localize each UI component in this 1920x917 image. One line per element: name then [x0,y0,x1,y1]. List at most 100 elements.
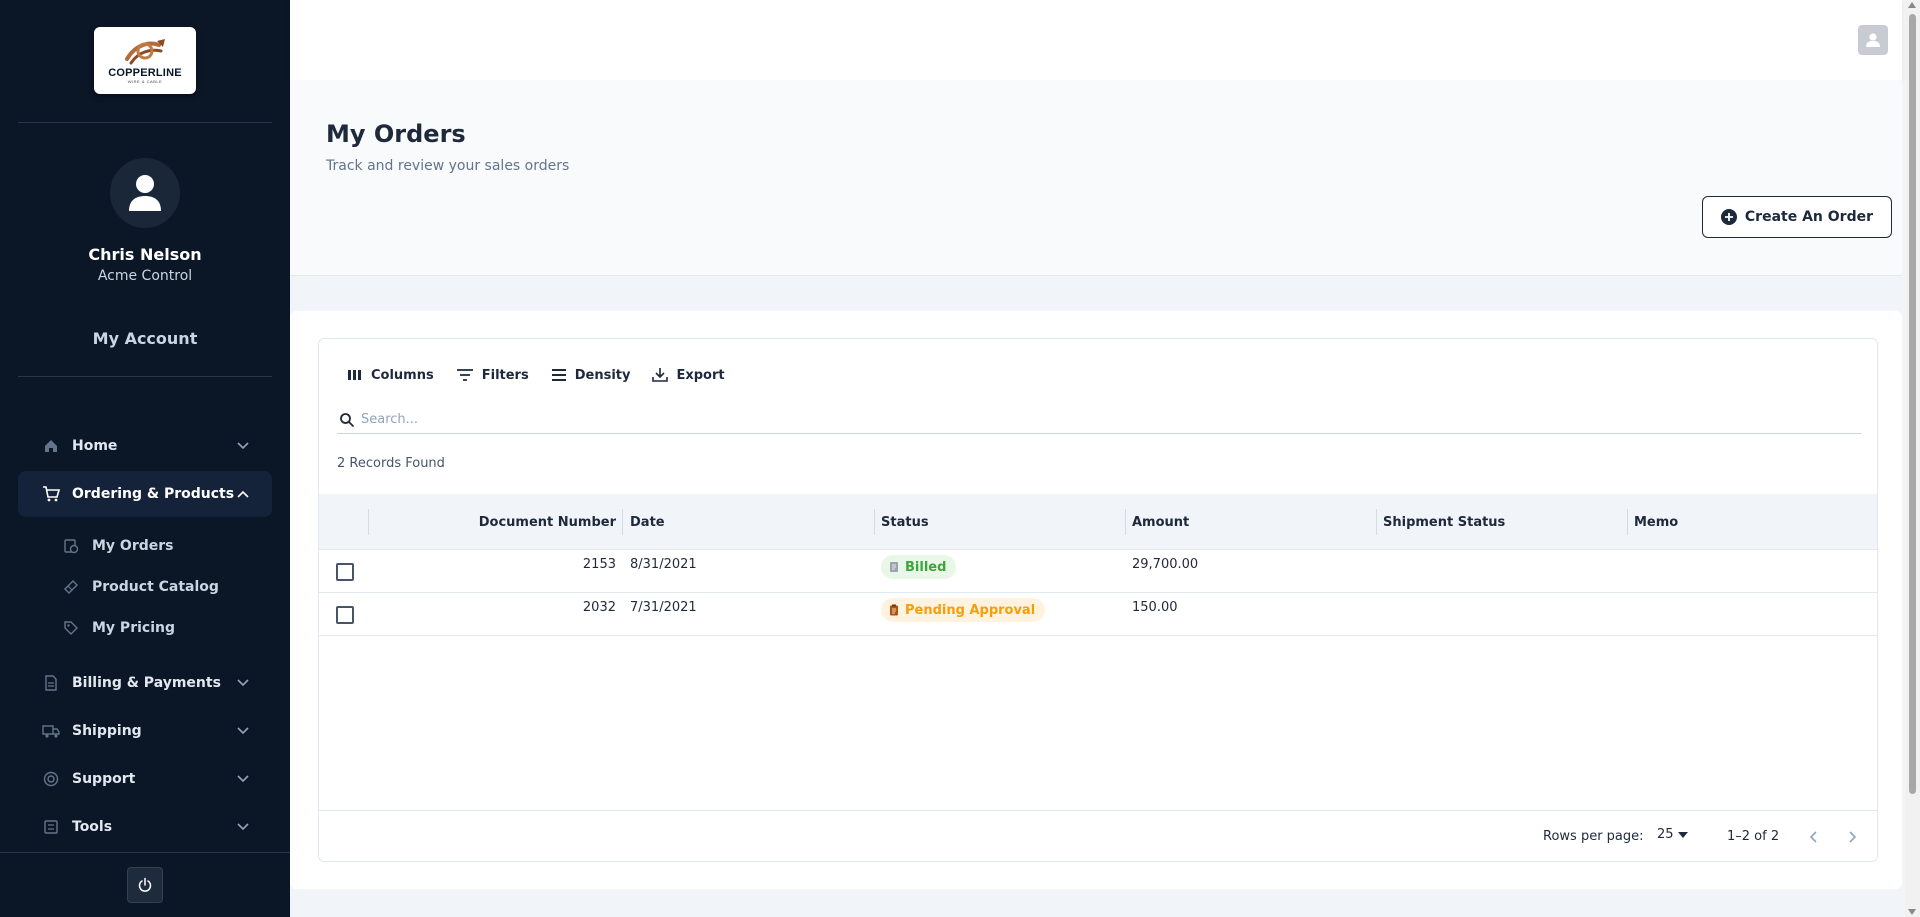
column-separator [874,509,875,535]
pagination-range: 1–2 of 2 [1727,829,1780,844]
density-button[interactable]: Density [551,367,631,383]
scroll-down-arrow-icon[interactable] [1908,909,1916,915]
next-page-button[interactable] [1839,823,1867,851]
sidebar-item-label: My Pricing [92,620,175,636]
sidebar-item-my-orders[interactable]: My Orders [62,531,174,561]
chevron-up-icon [236,487,250,501]
page-header: My Orders Track and review your sales or… [290,80,1902,276]
profile-button[interactable] [1858,25,1888,55]
filters-button[interactable]: Filters [456,367,529,383]
nav-ordering-label: Ordering & Products [72,486,235,502]
user-company: Acme Control [97,268,193,284]
table-header: Document Number Date Status Amount Shipm… [319,494,1877,550]
chevron-down-icon [236,439,250,453]
filters-label: Filters [481,367,529,383]
tag-icon [62,619,80,637]
logout-button[interactable] [127,867,163,903]
nav-support[interactable]: Support [18,756,272,802]
cell-shipment-status [1383,593,1623,636]
sidebar-item-label: My Orders [92,538,174,554]
chevron-down-icon [236,724,250,738]
nav-billing-label: Billing & Payments [72,675,221,691]
chevron-right-icon [1849,831,1857,843]
page-scrollbar[interactable] [1905,0,1920,917]
orders-grid: Columns Filters Density Export 2 Records… [318,338,1878,862]
invoice-icon [42,674,60,692]
table-row[interactable]: 2153 8/31/2021 Billed 29,700.00 [319,550,1877,593]
column-separator [622,509,623,535]
rows-per-page-label: Rows per page: [1543,829,1644,844]
sidebar: COPPERLINE WIRE & CABLE Chris Nelson Acm… [0,0,290,917]
orders-icon [62,537,80,555]
search-input[interactable] [361,412,1861,427]
cell-date: 7/31/2021 [630,600,697,615]
column-header-document-number[interactable]: Document Number [369,494,616,550]
nav-billing-payments[interactable]: Billing & Payments [18,660,272,706]
nav-tools[interactable]: Tools [18,804,272,850]
power-icon [138,877,152,892]
sidebar-footer [0,852,290,917]
column-header-shipment-status[interactable]: Shipment Status [1383,494,1623,550]
density-icon [551,369,566,381]
sidebar-item-label: Product Catalog [92,579,219,595]
table-row[interactable]: 2032 7/31/2021 Pending Approval 150.00 [319,593,1877,636]
column-header-amount[interactable]: Amount [1132,494,1372,550]
nav-shipping[interactable]: Shipping [18,708,272,754]
content-card: Columns Filters Density Export 2 Records… [290,311,1902,889]
catalog-icon [62,578,80,596]
download-icon [652,368,669,382]
row-checkbox[interactable] [336,606,354,624]
chevron-down-icon [236,820,250,834]
rows-per-page-select[interactable]: 25 [1657,827,1688,842]
previous-page-button[interactable] [1799,823,1827,851]
scroll-thumb[interactable] [1909,14,1916,794]
cell-memo [1634,550,1874,593]
document-icon [890,562,898,572]
home-icon [42,437,60,455]
status-label: Billed [905,559,947,575]
user-name: Chris Nelson [88,245,202,264]
create-order-button[interactable]: Create An Order [1701,196,1892,238]
records-count: 2 Records Found [337,456,445,471]
page-subtitle: Track and review your sales orders [326,158,570,174]
status-badge: Pending Approval [881,598,1046,622]
column-separator [1627,509,1628,535]
cell-memo [1634,593,1874,636]
sidebar-item-my-pricing[interactable]: My Pricing [62,613,175,643]
scroll-up-arrow-icon[interactable] [1908,2,1916,8]
row-checkbox[interactable] [336,563,354,581]
logo-subtext: WIRE & CABLE [127,79,163,84]
columns-label: Columns [371,367,434,383]
page-title: My Orders [326,120,466,148]
nav-support-label: Support [72,771,136,787]
cell-shipment-status [1383,550,1623,593]
column-separator [1376,509,1377,535]
nav-home[interactable]: Home [18,423,272,469]
plus-circle-icon [1720,209,1737,225]
chevron-down-icon [236,676,250,690]
my-account-link[interactable]: My Account [0,329,290,348]
status-label: Pending Approval [905,602,1036,618]
copperline-logo-icon [125,39,165,65]
grid-toolbar: Columns Filters Density Export [347,367,725,383]
cart-icon [42,485,60,503]
column-header-status[interactable]: Status [881,494,1121,550]
export-button[interactable]: Export [652,367,725,383]
company-logo[interactable]: COPPERLINE WIRE & CABLE [94,27,196,94]
grid-footer: Rows per page: 25 1–2 of 2 [319,810,1877,861]
cell-document-number: 2153 [582,557,616,572]
export-label: Export [676,367,725,383]
top-bar [290,0,1902,80]
status-badge: Billed [881,555,957,579]
density-label: Density [574,367,631,383]
truck-icon [42,722,60,740]
nav-ordering-products[interactable]: Ordering & Products [18,471,272,517]
caret-down-icon [1677,831,1688,838]
columns-button[interactable]: Columns [347,367,434,383]
column-header-date[interactable]: Date [630,494,870,550]
filter-icon [456,369,473,381]
sidebar-item-product-catalog[interactable]: Product Catalog [62,572,219,602]
columns-icon [348,370,361,380]
cell-amount: 150.00 [1132,600,1178,615]
column-header-memo[interactable]: Memo [1634,494,1874,550]
